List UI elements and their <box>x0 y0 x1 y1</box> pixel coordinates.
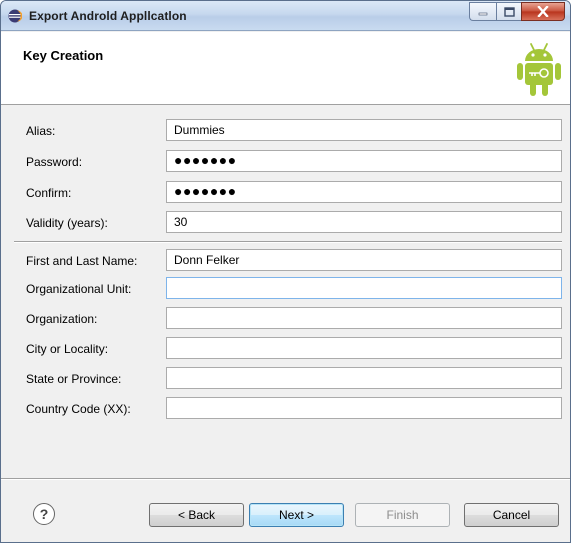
organization-row: Organization: <box>1 307 570 331</box>
footer-separator <box>1 478 570 480</box>
city-input[interactable] <box>166 337 562 359</box>
close-icon <box>537 6 549 17</box>
confirm-input[interactable]: ●●●●●●● <box>166 181 562 203</box>
android-logo-icon <box>517 43 561 96</box>
cancel-button[interactable]: Cancel <box>464 503 559 527</box>
confirm-row: Confirm: ●●●●●●● <box>1 181 570 205</box>
country-label: Country Code (XX): <box>26 402 131 416</box>
alias-row: Alias: Dummies <box>1 119 570 143</box>
minimize-button[interactable] <box>469 2 496 21</box>
help-button[interactable]: ? <box>33 503 55 525</box>
password-row: Password: ●●●●●●● <box>1 150 570 174</box>
alias-label: Alias: <box>26 124 56 138</box>
wizard-header: Key Creation <box>1 32 570 105</box>
state-row: State or Province: <box>1 367 570 391</box>
validity-label: Validity (years): <box>26 216 108 230</box>
export-dialog: Export Androld Appllcatlon Key Creation <box>0 0 571 543</box>
window-controls <box>469 2 565 21</box>
title-bar[interactable]: Export Androld Appllcatlon <box>1 1 570 31</box>
finish-button[interactable]: Finish <box>355 503 450 527</box>
page-title: Key Creation <box>23 48 104 63</box>
form-separator <box>14 241 562 243</box>
back-button[interactable]: < Back <box>149 503 244 527</box>
name-label: First and Last Name: <box>26 254 138 268</box>
org-unit-row: Organizational Unit: <box>1 277 570 301</box>
password-label: Password: <box>26 155 83 169</box>
org-unit-input[interactable] <box>166 277 562 299</box>
maximize-button[interactable] <box>496 2 521 21</box>
state-input[interactable] <box>166 367 562 389</box>
org-unit-label: Organizational Unit: <box>26 282 132 296</box>
city-row: City or Locality: <box>1 337 570 361</box>
name-row: First and Last Name: Donn Felker <box>1 249 570 273</box>
alias-input[interactable]: Dummies <box>166 119 562 141</box>
organization-input[interactable] <box>166 307 562 329</box>
maximize-icon <box>503 6 515 17</box>
close-button[interactable] <box>521 2 565 21</box>
eclipse-icon <box>8 9 22 23</box>
confirm-label: Confirm: <box>26 186 72 200</box>
validity-row: Validity (years): 30 <box>1 211 570 235</box>
city-label: City or Locality: <box>26 342 109 356</box>
help-icon: ? <box>39 506 49 522</box>
validity-input[interactable]: 30 <box>166 211 562 233</box>
organization-label: Organization: <box>26 312 98 326</box>
window-title: Export Androld Appllcatlon <box>29 9 187 23</box>
next-button[interactable]: Next > <box>249 503 344 527</box>
password-input[interactable]: ●●●●●●● <box>166 150 562 172</box>
state-label: State or Province: <box>26 372 122 386</box>
country-input[interactable] <box>166 397 562 419</box>
name-input[interactable]: Donn Felker <box>166 249 562 271</box>
country-row: Country Code (XX): <box>1 397 570 421</box>
minimize-icon <box>478 12 488 15</box>
